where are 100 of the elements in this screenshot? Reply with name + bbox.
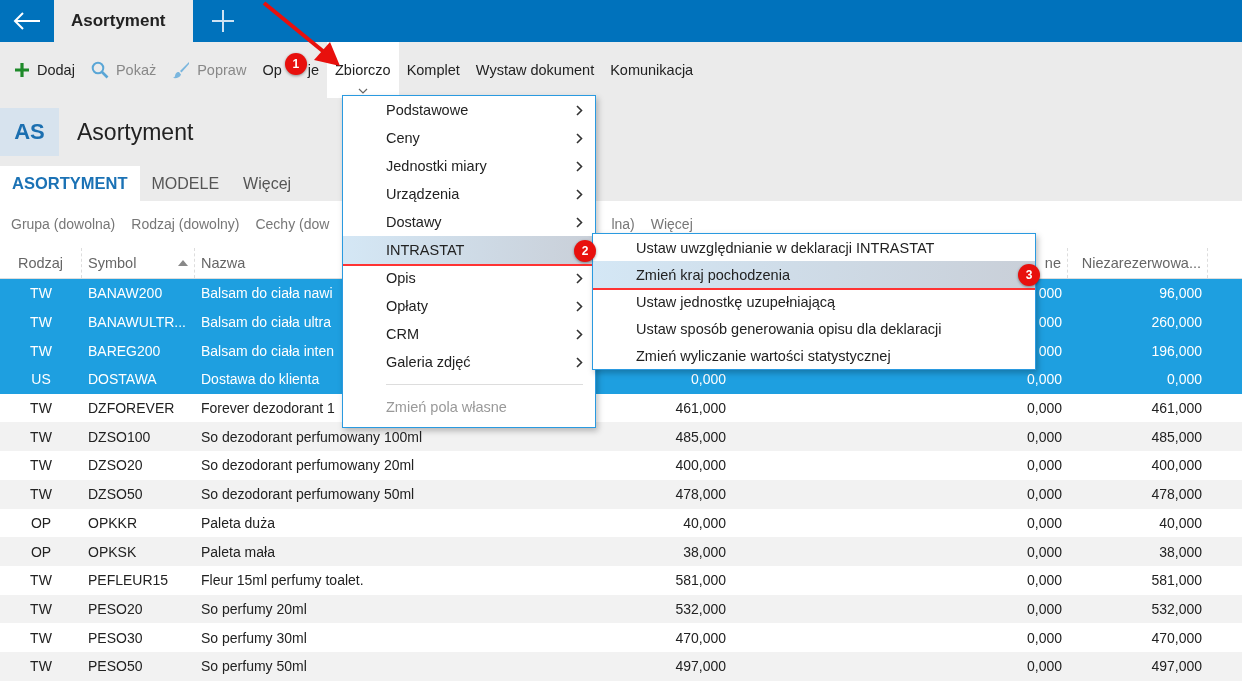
table-cell: So perfumy 30ml [201, 629, 307, 646]
table-cell: BANAW200 [88, 285, 163, 302]
tab[interactable]: Więcej [231, 166, 304, 201]
menu-item[interactable]: CRM [343, 320, 595, 348]
table-cell: 196,000 [1151, 342, 1202, 359]
table-cell: OPKSK [88, 543, 137, 560]
table-cell: 478,000 [1151, 486, 1202, 503]
table-cell: TW [30, 428, 52, 445]
toolbar-button[interactable]: Wystaw dokument [467, 42, 603, 98]
table-cell: DZSO50 [88, 486, 143, 503]
table-cell: TW [30, 486, 52, 503]
table-cell: Paleta mała [201, 543, 275, 560]
tab[interactable]: ASORTYMENT [0, 166, 140, 201]
table-cell: TW [30, 400, 52, 417]
table-cell: Fleur 15ml perfumy toalet. [201, 572, 364, 589]
table-cell: 0,000 [1026, 572, 1062, 589]
column-header[interactable]: Symbol [88, 255, 137, 271]
table-cell: 400,000 [1151, 457, 1202, 474]
table-cell: OPKKR [88, 514, 137, 531]
menu-item[interactable]: Galeria zdjęć [343, 348, 595, 376]
table-cell: 532,000 [1151, 600, 1202, 617]
table-cell: 461,000 [1151, 400, 1202, 417]
table-cell: BANAWULTR... [88, 314, 186, 331]
document-tab[interactable]: Asortyment [54, 0, 194, 42]
table-cell: 0,000 [1026, 658, 1062, 675]
table-cell: TW [30, 314, 52, 331]
toolbar-label: Op [262, 62, 282, 78]
table-cell: 0,000 [1166, 371, 1202, 388]
chevron-down-icon [357, 88, 368, 94]
table-cell: 0,000 [1026, 543, 1062, 560]
menu-item[interactable]: Urządzenia [343, 180, 595, 208]
table-cell: 260,000 [1151, 314, 1202, 331]
tab[interactable]: MODELE [139, 166, 232, 201]
filter-link[interactable]: lna) [611, 215, 635, 232]
table-cell: DZFOREVER [88, 400, 175, 417]
table-cell: 470,000 [1151, 629, 1202, 646]
table-cell: Balsam do ciała inten [201, 342, 335, 359]
search-icon [90, 61, 109, 79]
filter-link[interactable]: Cechy (dow [255, 215, 330, 232]
table-cell: TW [30, 600, 52, 617]
table-cell: PESO50 [88, 658, 143, 675]
table-cell: TW [30, 285, 52, 302]
toolbar-button[interactable]: Komplet [398, 42, 468, 98]
column-header[interactable]: Rodzaj [17, 255, 64, 271]
table-cell: 0,000 [1026, 600, 1062, 617]
filter-link[interactable]: Rodzaj (dowolny) [131, 215, 240, 232]
menu-item[interactable]: Opis [343, 264, 595, 292]
table-cell: 0,000 [690, 371, 726, 388]
menu-item[interactable]: Jednostki miary [343, 152, 595, 180]
menu-item[interactable]: Zmień wyliczanie wartości statystycznej [593, 342, 1035, 369]
table-cell: 0,000 [1026, 428, 1062, 445]
menu-item[interactable]: Ceny [343, 124, 595, 152]
column-header[interactable]: Nazwa [201, 255, 246, 271]
table-cell: 0,000 [1026, 486, 1062, 503]
table-cell: 478,000 [675, 486, 726, 503]
table-cell: 581,000 [675, 572, 726, 589]
table-cell: TW [30, 572, 52, 589]
toolbar-button[interactable]: Komunikacja [602, 42, 702, 98]
table-cell: TW [30, 629, 52, 646]
table-cell: DOSTAWA [88, 371, 157, 388]
toolbar-label: je [307, 62, 319, 78]
table-cell: TW [30, 342, 52, 359]
table-cell: OP [30, 543, 52, 560]
table-cell: 0,000 [1026, 400, 1062, 417]
table-cell: Dostawa do klienta [201, 371, 320, 388]
plus-icon [211, 9, 236, 33]
brush-icon [172, 61, 191, 79]
table-cell: 000 [1038, 314, 1062, 331]
table-cell: 461,000 [675, 400, 726, 417]
menu-item[interactable]: Ustaw jednostkę uzupełniającą [593, 288, 1035, 315]
table-cell: 96,000 [1159, 285, 1202, 302]
menu-item[interactable]: Podstawowe [343, 96, 595, 124]
table-cell: BAREG200 [88, 342, 161, 359]
toolbar-button[interactable]: Zbiorczo [327, 42, 399, 98]
filter-link[interactable]: Więcej [650, 215, 693, 232]
table-cell: 40,000 [683, 514, 726, 531]
table-cell: DZSO20 [88, 457, 143, 474]
table-cell: 581,000 [1151, 572, 1202, 589]
back-arrow-icon [12, 11, 42, 31]
menu-item[interactable]: Opłaty [343, 292, 595, 320]
table-cell: So perfumy 20ml [201, 600, 307, 617]
plus-icon [14, 62, 30, 78]
column-header[interactable]: ne [1044, 255, 1061, 271]
menu-item[interactable]: Ustaw sposób generowania opisu dla deklaracji [593, 315, 1035, 342]
toolbar-button[interactable]: Dodaj [6, 42, 83, 98]
table-cell: 485,000 [1151, 428, 1202, 445]
table-cell: PEFLEUR15 [88, 572, 169, 589]
table-cell: 0,000 [1026, 371, 1062, 388]
menu-item[interactable]: Ustaw uwzględnianie w deklaracji INTRASTAT [593, 234, 1035, 261]
column-header[interactable]: Niezarezerwowa... [1081, 255, 1201, 271]
table-cell: 497,000 [1151, 658, 1202, 675]
menu-item[interactable]: Dostawy [343, 208, 595, 236]
table-cell: DZSO100 [88, 428, 151, 445]
table-cell: PESO30 [88, 629, 143, 646]
table-cell: 470,000 [675, 629, 726, 646]
step-badge: 1 [284, 53, 307, 75]
table-cell: 40,000 [1159, 514, 1202, 531]
filter-link[interactable]: Grupa (dowolna) [11, 215, 116, 232]
table-cell: 497,000 [675, 658, 726, 675]
table-cell: 0,000 [1026, 514, 1062, 531]
